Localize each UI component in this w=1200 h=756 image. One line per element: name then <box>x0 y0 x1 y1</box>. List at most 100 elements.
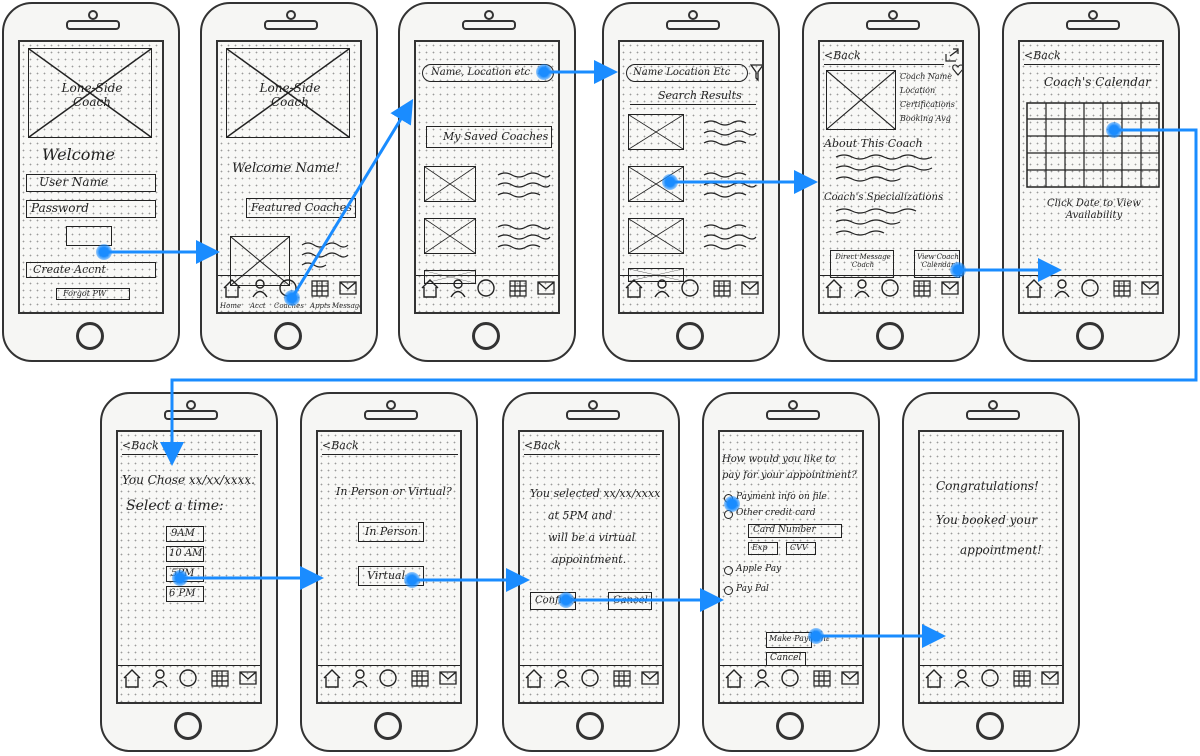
mail-icon[interactable] <box>1140 278 1160 298</box>
nav-label-appts: Appts <box>310 302 331 310</box>
calendar-icon[interactable] <box>812 668 832 688</box>
calendar-icon[interactable] <box>410 668 430 688</box>
cvv-field[interactable]: CVV <box>786 542 816 555</box>
home-button[interactable] <box>374 712 402 740</box>
coach-1-description <box>497 172 551 198</box>
account-icon[interactable] <box>250 278 270 298</box>
account-icon[interactable] <box>752 668 772 688</box>
coach-photo-2[interactable] <box>424 218 476 254</box>
coaches-icon[interactable] <box>1080 278 1100 298</box>
coaches-icon[interactable] <box>880 278 900 298</box>
share-icon[interactable] <box>944 48 960 62</box>
my-saved-coaches-button[interactable]: My Saved Coaches <box>426 126 552 148</box>
mail-icon[interactable] <box>338 278 358 298</box>
back-link[interactable]: <Back <box>824 49 861 63</box>
home-icon[interactable] <box>1024 278 1044 298</box>
home-button[interactable] <box>76 322 104 350</box>
coaches-icon[interactable] <box>378 668 398 688</box>
create-account-button[interactable]: Create Accnt <box>26 262 156 278</box>
cancel-button[interactable]: Cancel <box>766 652 806 666</box>
account-icon[interactable] <box>852 278 872 298</box>
mail-icon[interactable] <box>536 278 556 298</box>
coaches-icon[interactable] <box>780 668 800 688</box>
home-button[interactable] <box>174 712 202 740</box>
account-icon[interactable] <box>652 278 672 298</box>
account-icon[interactable] <box>448 278 468 298</box>
coaches-icon[interactable] <box>580 668 600 688</box>
in-person-button[interactable]: In Person <box>358 522 424 542</box>
calendar-icon[interactable] <box>1112 278 1132 298</box>
home-icon[interactable] <box>924 668 944 688</box>
favorite-heart-icon[interactable] <box>952 64 964 76</box>
username-field[interactable]: User Name <box>26 174 156 192</box>
mail-icon[interactable] <box>740 278 760 298</box>
result-3-description <box>703 224 757 250</box>
account-icon[interactable] <box>952 668 972 688</box>
home-icon[interactable] <box>420 278 440 298</box>
home-icon[interactable] <box>724 668 744 688</box>
about-coach-text <box>835 154 933 182</box>
home-button[interactable] <box>472 322 500 350</box>
result-photo-1[interactable] <box>628 114 684 150</box>
calendar-grid[interactable] <box>1026 102 1160 188</box>
home-icon[interactable] <box>824 278 844 298</box>
cancel-button[interactable]: Cancel <box>608 592 652 610</box>
home-button[interactable] <box>676 322 704 350</box>
card-number-field[interactable]: Card Number <box>748 524 842 538</box>
time-slot-9am[interactable]: 9AM <box>166 526 204 542</box>
home-icon[interactable] <box>624 278 644 298</box>
result-photo-3[interactable] <box>628 218 684 254</box>
home-icon[interactable] <box>222 278 242 298</box>
calendar-icon[interactable] <box>612 668 632 688</box>
back-link[interactable]: <Back <box>524 439 561 453</box>
calendar-icon[interactable] <box>508 278 528 298</box>
bottom-nav-bar <box>920 665 1062 702</box>
create-account-label: Create Accnt <box>33 263 106 276</box>
home-button[interactable] <box>876 322 904 350</box>
calendar-icon[interactable] <box>712 278 732 298</box>
coach-photo-1[interactable] <box>424 166 476 202</box>
home-icon[interactable] <box>322 668 342 688</box>
mail-icon[interactable] <box>238 668 258 688</box>
calendar-icon[interactable] <box>310 278 330 298</box>
calendar-icon[interactable] <box>1012 668 1032 688</box>
calendar-icon[interactable] <box>912 278 932 298</box>
home-button[interactable] <box>576 712 604 740</box>
coaches-icon[interactable] <box>980 668 1000 688</box>
direct-message-coach-button[interactable]: Direct Message Coach <box>830 250 894 278</box>
exp-field[interactable]: Exp <box>748 542 778 555</box>
calendar-icon[interactable] <box>210 668 230 688</box>
mail-icon[interactable] <box>1040 668 1060 688</box>
forgot-password-link[interactable]: Forgot PW <box>56 288 130 300</box>
mail-icon[interactable] <box>438 668 458 688</box>
home-button[interactable] <box>274 322 302 350</box>
home-button[interactable] <box>1076 322 1104 350</box>
coaches-icon[interactable] <box>476 278 496 298</box>
home-button[interactable] <box>976 712 1004 740</box>
coaches-icon[interactable] <box>178 668 198 688</box>
mail-icon[interactable] <box>640 668 660 688</box>
time-slot-10am[interactable]: 10 AM <box>166 546 204 562</box>
back-link[interactable]: <Back <box>322 439 359 453</box>
account-icon[interactable] <box>1052 278 1072 298</box>
mail-icon[interactable] <box>940 278 960 298</box>
password-field[interactable]: Password <box>26 200 156 218</box>
coach-search-input[interactable]: Name, Location etc <box>422 64 554 82</box>
back-link[interactable]: <Back <box>122 439 159 453</box>
home-icon[interactable] <box>524 668 544 688</box>
back-link[interactable]: <Back <box>1024 49 1061 63</box>
account-icon[interactable] <box>552 668 572 688</box>
time-slot-6pm[interactable]: 6 PM <box>166 586 204 602</box>
coaches-icon[interactable] <box>680 278 700 298</box>
filter-icon[interactable] <box>750 64 764 82</box>
login-button[interactable] <box>66 226 112 246</box>
back-chevron-icon: < <box>524 439 534 452</box>
account-icon[interactable] <box>350 668 370 688</box>
home-button[interactable] <box>776 712 804 740</box>
home-icon[interactable] <box>122 668 142 688</box>
speaker <box>1066 20 1120 30</box>
mail-icon[interactable] <box>840 668 860 688</box>
results-search-input[interactable]: Name Location Etc <box>626 64 748 82</box>
make-payment-button[interactable]: Make Payment <box>766 632 829 648</box>
account-icon[interactable] <box>150 668 170 688</box>
